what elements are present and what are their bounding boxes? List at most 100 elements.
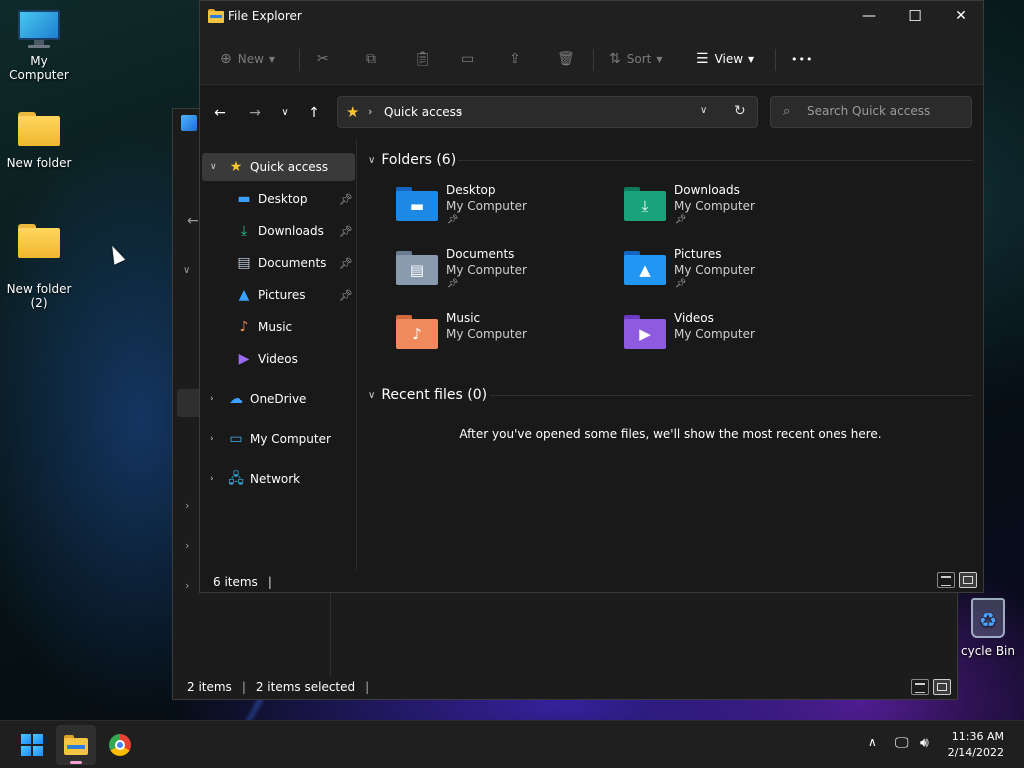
desktop-icon-my-computer[interactable]: My Computer [0, 10, 78, 82]
breadcrumb-quick-access[interactable]: Quick access [384, 105, 462, 119]
breadcrumb-separator-icon[interactable]: › [458, 105, 462, 118]
chevron-down-icon: ∨ [368, 389, 376, 401]
folder-tile-desktop[interactable]: ▬ Desktop My Computer 📌︎ [396, 183, 611, 239]
maximize-button[interactable]: ☐ [892, 1, 938, 31]
folders-header-label: Folders (6) [381, 152, 457, 168]
rename-icon: ▭ [461, 51, 475, 67]
music-folder-icon: ♪ [396, 315, 438, 351]
details-view-icon[interactable] [911, 679, 929, 695]
monitor-icon: ▭ [229, 431, 243, 447]
up-button[interactable]: ↑ [303, 102, 325, 124]
nav-item-videos[interactable]: ▶ Videos [202, 345, 355, 373]
status-bar: 6 items | [200, 570, 983, 594]
back-button[interactable]: ← [209, 102, 231, 124]
folder-tile-documents[interactable]: ▤ Documents My Computer 📌︎ [396, 247, 611, 303]
chevron-right-icon[interactable]: › [185, 579, 189, 592]
file-explorer-window[interactable]: File Explorer — ☐ ✕ ⊕ New ▼ ✂ ⧉ 📋︎ ▭ ⇪ 🗑… [199, 0, 984, 593]
breadcrumb-separator-icon[interactable]: › [368, 105, 372, 118]
nav-item-quick-access[interactable]: ∨ ★ Quick access [202, 153, 355, 181]
taskbar-file-explorer[interactable] [56, 725, 96, 765]
refresh-icon[interactable]: ↻ [734, 103, 746, 119]
chevron-right-icon[interactable]: › [210, 434, 214, 444]
downloads-folder-icon: ⤓ [624, 187, 666, 223]
back-arrow-icon[interactable]: ← [187, 213, 199, 229]
details-view-icon[interactable] [937, 572, 955, 588]
new-button[interactable]: ⊕ New ▼ [220, 47, 275, 71]
more-options-button[interactable]: ••• [791, 47, 813, 71]
view-label: View [714, 52, 744, 66]
rename-button[interactable]: ▭ [461, 47, 480, 71]
chevron-down-icon[interactable]: ∨ [210, 162, 217, 172]
chevron-right-icon[interactable]: › [185, 539, 189, 552]
recent-files-header-label: Recent files (0) [381, 387, 488, 403]
folder-icon [17, 112, 61, 152]
folder-name: Videos [674, 311, 714, 325]
paste-button[interactable]: 📋︎ [414, 47, 438, 71]
recent-locations-button[interactable]: ∨ [274, 102, 296, 124]
desktop-folder-icon: ▬ [396, 187, 438, 223]
nav-item-network[interactable]: › 🖧︎ Network [202, 465, 355, 493]
chevron-down-icon: ∨ [368, 154, 376, 166]
nav-item-onedrive[interactable]: › ☁ OneDrive [202, 385, 355, 413]
nav-item-documents[interactable]: ▤ Documents 📌︎ [202, 249, 355, 277]
taskbar-chrome[interactable] [100, 725, 140, 765]
sort-button[interactable]: ⇅ Sort ▼ [609, 47, 663, 71]
share-button[interactable]: ⇪ [509, 47, 527, 71]
volume-icon[interactable]: 🔊︎ [920, 735, 929, 751]
folder-tile-music[interactable]: ♪ Music My Computer [396, 311, 611, 367]
network-icon: 🖧︎ [228, 471, 244, 487]
search-box[interactable]: ⌕ [770, 96, 972, 128]
paste-icon: 📋︎ [414, 51, 432, 67]
view-icon: ☰ [696, 51, 709, 67]
delete-button[interactable]: 🗑︎ [557, 47, 581, 71]
desktop-icon-label: My Computer [9, 54, 69, 82]
minimize-button[interactable]: — [846, 1, 892, 31]
network-icon[interactable]: 🖵︎ [895, 735, 909, 751]
folders-group-header[interactable]: ∨ Folders (6) [368, 149, 456, 171]
share-icon: ⇪ [509, 51, 521, 67]
chevron-right-icon[interactable]: › [210, 394, 214, 404]
nav-item-music[interactable]: ♪ Music [202, 313, 355, 341]
command-separator [299, 49, 300, 71]
desktop-icon-new-folder[interactable]: New folder [0, 108, 78, 170]
nav-item-my-computer[interactable]: › ▭ My Computer [202, 425, 355, 453]
nav-item-pictures[interactable]: ▲ Pictures 📌︎ [202, 281, 355, 309]
chevron-right-icon[interactable]: › [185, 499, 189, 512]
desktop-icon-label: New folder [6, 156, 72, 170]
videos-folder-icon: ▶ [624, 315, 666, 351]
cut-button[interactable]: ✂ [317, 47, 335, 71]
nav-item-label: Music [258, 320, 293, 334]
tiles-view-icon[interactable] [933, 679, 951, 695]
forward-button[interactable]: → [244, 102, 266, 124]
delete-icon: 🗑︎ [557, 51, 575, 67]
copy-icon: ⧉ [366, 51, 376, 67]
chevron-up-icon[interactable]: ∧ [868, 735, 877, 749]
address-dropdown-icon[interactable]: ∨ [700, 105, 707, 116]
view-button[interactable]: ☰ View ▼ [696, 47, 754, 71]
recent-files-empty-message: After you've opened some files, we'll sh… [459, 427, 882, 441]
chevron-right-icon[interactable]: › [210, 474, 214, 484]
title-bar[interactable]: File Explorer — ☐ ✕ [200, 1, 983, 33]
document-icon: ▤ [237, 255, 251, 271]
folder-tile-videos[interactable]: ▶ Videos My Computer [624, 311, 839, 367]
folder-tile-pictures[interactable]: ▲ Pictures My Computer 📌︎ [624, 247, 839, 303]
tiles-view-icon[interactable] [959, 572, 977, 588]
start-button[interactable] [12, 725, 52, 765]
desktop-icon-recycle-bin[interactable]: ♻ cycle Bin [948, 598, 1024, 658]
recent-files-group-header[interactable]: ∨ Recent files (0) [368, 384, 487, 406]
address-bar[interactable]: ★ › Quick access › ∨ ↻ [337, 96, 758, 128]
folder-name: Desktop [446, 183, 496, 197]
system-clock[interactable]: 11:36 AM 2/14/2022 [934, 729, 1004, 761]
chevron-down-icon[interactable]: ∨ [183, 265, 190, 276]
copy-button[interactable]: ⧉ [366, 47, 382, 71]
desktop-icon-label: New folder (2) [6, 282, 72, 310]
search-input[interactable] [807, 104, 967, 118]
folder-tile-downloads[interactable]: ⤓ Downloads My Computer 📌︎ [624, 183, 839, 239]
taskbar: ∧ 🖵︎ 🔊︎ 11:36 AM 2/14/2022 [0, 720, 1024, 768]
desktop-icon-new-folder-2[interactable]: New folder (2) [0, 206, 78, 324]
nav-item-desktop[interactable]: ▬ Desktop 📌︎ [202, 185, 355, 213]
nav-item-label: Videos [258, 352, 298, 366]
nav-item-label: Desktop [258, 192, 308, 206]
nav-item-downloads[interactable]: ⤓ Downloads 📌︎ [202, 217, 355, 245]
close-button[interactable]: ✕ [938, 1, 984, 31]
